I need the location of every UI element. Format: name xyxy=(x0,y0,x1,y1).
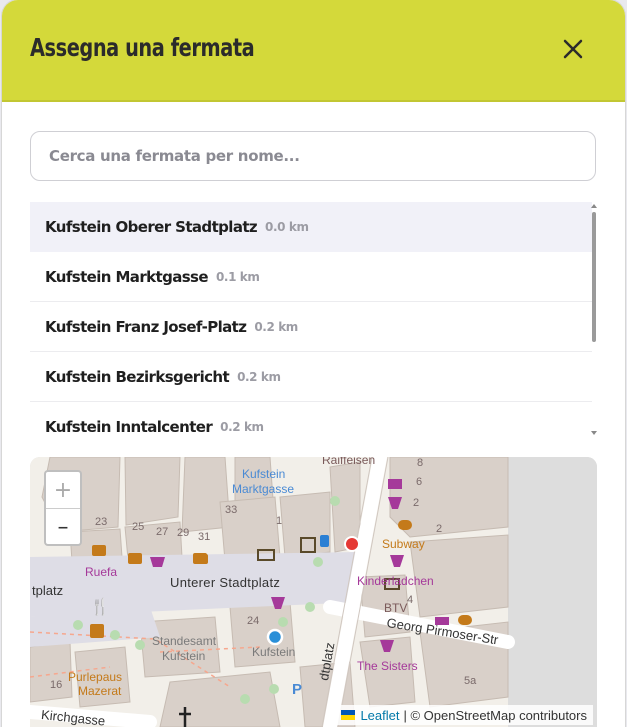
map-label: Kufstein xyxy=(242,467,286,481)
map-label: Mazerat xyxy=(78,684,122,698)
house-number: 2 xyxy=(436,523,443,535)
house-number: 24 xyxy=(247,615,260,627)
stop-distance: 0.0 km xyxy=(265,219,309,234)
scroll-up-arrow-icon[interactable] xyxy=(591,204,597,208)
svg-text:P: P xyxy=(292,681,302,698)
zoom-out-button[interactable]: – xyxy=(46,509,80,545)
scroll-down-arrow-icon[interactable] xyxy=(591,431,597,435)
scroll-thumb[interactable] xyxy=(592,212,596,342)
house-number: 23 xyxy=(95,516,108,528)
stop-distance: 0.1 km xyxy=(215,269,260,284)
house-number: 8 xyxy=(417,457,424,469)
stop-list-scrollbar[interactable] xyxy=(590,202,598,442)
ukraine-flag-icon xyxy=(341,710,356,720)
assign-stop-modal: Assegna una fermata Kufstein Oberer Stad… xyxy=(2,0,625,727)
house-number: 16 xyxy=(50,679,63,691)
stop-search-input[interactable] xyxy=(30,131,596,181)
close-button[interactable] xyxy=(558,34,588,64)
map-label: Standesamt xyxy=(152,634,217,648)
zoom-in-button[interactable]: + xyxy=(46,472,80,509)
stop-list-item[interactable]: Kufstein Bezirksgericht 0.2 km xyxy=(30,352,592,402)
stop-list-item[interactable]: Kufstein Franz Josef-Platz 0.2 km xyxy=(30,302,592,352)
map-label: BTV xyxy=(384,601,408,615)
close-icon xyxy=(563,39,583,59)
stop-list-item[interactable]: Kufstein Inntalcenter 0.2 km xyxy=(30,402,592,442)
house-number: 27 xyxy=(156,526,169,538)
leaflet-link[interactable]: Leaflet xyxy=(360,708,399,723)
modal-header: Assegna una fermata xyxy=(2,0,625,102)
map-label: Subway xyxy=(382,537,425,551)
svg-text:🍴: 🍴 xyxy=(90,597,110,616)
map-label: Marktgasse xyxy=(232,482,295,496)
map-label: The Sisters xyxy=(357,659,418,673)
house-number: 25 xyxy=(132,521,145,533)
modal-title: Assegna una fermata xyxy=(30,33,255,62)
map-label: Purlepaus xyxy=(68,670,123,684)
house-number: 31 xyxy=(198,531,211,543)
stop-list: Kufstein Oberer Stadtplatz 0.0 km Kufste… xyxy=(30,202,592,442)
stop-list-item[interactable]: Kufstein Marktgasse 0.1 km xyxy=(30,252,592,302)
stop-list-item[interactable]: Kufstein Oberer Stadtplatz 0.0 km xyxy=(30,202,592,252)
map-zoom-control: + – xyxy=(44,470,82,546)
stop-name: Kufstein Inntalcenter xyxy=(45,417,213,436)
stop-distance: 0.2 km xyxy=(220,419,264,434)
map-attribution: Leaflet | © OpenStreetMap contributors xyxy=(335,705,593,725)
selected-stop-marker xyxy=(344,536,360,552)
stop-name: Kufstein Oberer Stadtplatz xyxy=(45,217,258,236)
house-number: 5a xyxy=(464,675,477,687)
attribution-text: | © OpenStreetMap contributors xyxy=(403,707,588,723)
house-number: 33 xyxy=(225,504,238,516)
house-number: 6 xyxy=(416,476,423,488)
stop-name: Kufstein Franz Josef-Platz xyxy=(45,317,247,336)
stop-distance: 0.2 km xyxy=(254,319,298,334)
house-number: 2 xyxy=(413,497,420,509)
map-label: Kinderladchen xyxy=(357,574,434,588)
map-label: Ruefa xyxy=(85,565,118,579)
house-number: 1 xyxy=(276,515,283,527)
stop-name: Kufstein Marktgasse xyxy=(45,267,209,286)
user-location-marker xyxy=(266,628,284,646)
map-label: tplatz xyxy=(32,583,64,598)
stop-name: Kufstein Bezirksgericht xyxy=(45,367,230,386)
house-number: 4 xyxy=(407,594,414,606)
house-number: 29 xyxy=(177,527,190,539)
map-label: Raiffeisen xyxy=(322,457,376,467)
map-label: Kufstein xyxy=(162,649,206,663)
stop-distance: 0.2 km xyxy=(237,369,281,384)
map-view[interactable]: 🍴 P Raiffeisen Kufstein Marktgasse Subwa… xyxy=(30,457,597,727)
map-label: Kufstein xyxy=(252,645,296,659)
map-label: Unterer Stadtplatz xyxy=(170,575,281,590)
